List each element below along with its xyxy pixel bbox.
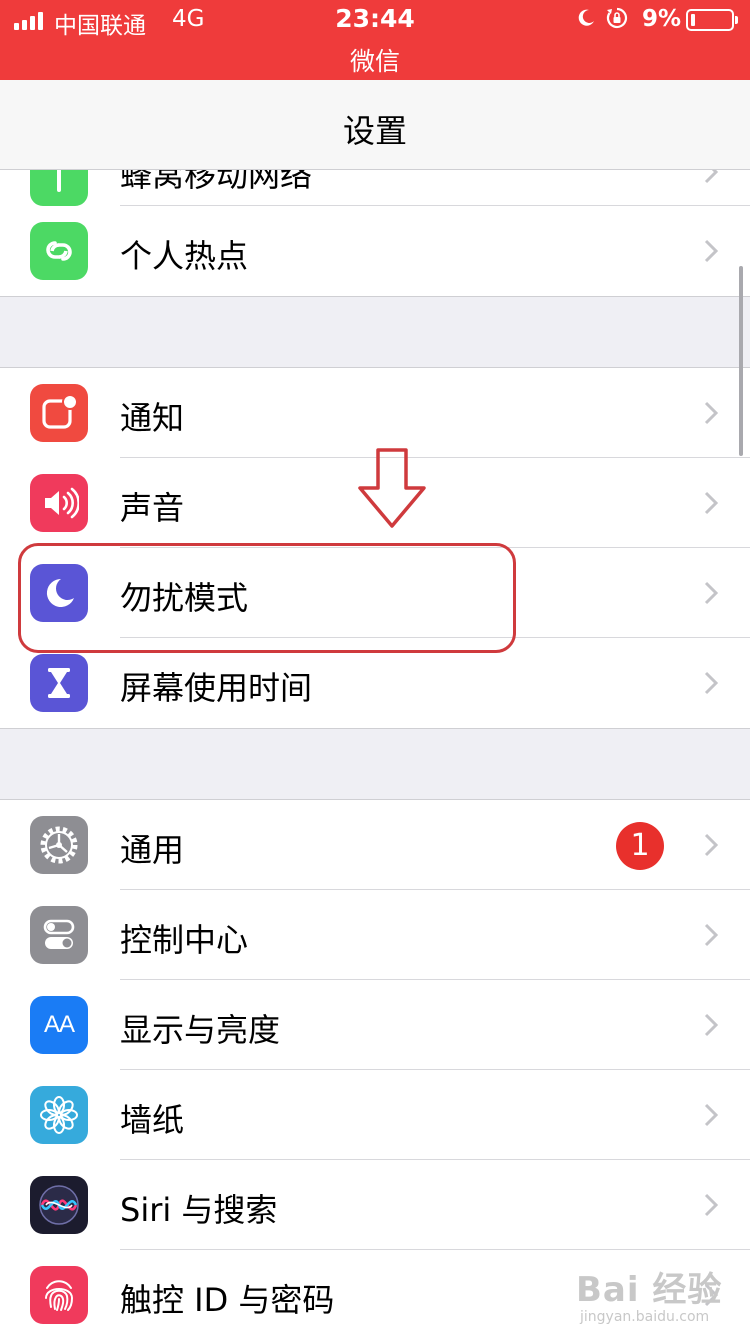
chevron-right-icon	[704, 170, 718, 184]
highlight-box	[18, 543, 516, 653]
chevron-right-icon	[704, 491, 718, 515]
group-spacer	[0, 297, 750, 367]
flower-icon	[30, 1086, 88, 1144]
return-to-app-link[interactable]: 微信	[0, 42, 750, 78]
settings-group-network: 蜂窝移动网络 个人热点	[0, 170, 750, 297]
scroll-indicator[interactable]	[739, 266, 743, 456]
settings-row-label: 通知	[120, 399, 185, 437]
hotspot-icon	[30, 222, 88, 280]
settings-row-label: 蜂窝移动网络	[120, 170, 313, 194]
toggles-icon	[30, 906, 88, 964]
fingerprint-icon	[30, 1266, 88, 1324]
settings-row-label: 控制中心	[120, 921, 249, 959]
settings-row-notifications[interactable]: 通知	[0, 368, 750, 458]
watermark-url: jingyan.baidu.com	[580, 1309, 710, 1325]
settings-row-label: 通用	[120, 831, 185, 869]
cellular-icon	[30, 170, 88, 206]
settings-row-wallpaper[interactable]: 墙纸	[0, 1070, 750, 1160]
speaker-icon	[30, 474, 88, 532]
chevron-right-icon	[704, 1013, 718, 1037]
settings-row-general[interactable]: 通用 1	[0, 800, 750, 890]
watermark: Bai 经验 jingyan.baidu.com	[576, 1262, 722, 1325]
chevron-right-icon	[704, 923, 718, 947]
settings-row-display[interactable]: AA 显示与亮度	[0, 980, 750, 1070]
text-size-icon-letters: AA	[43, 1011, 75, 1038]
chevron-right-icon	[704, 239, 718, 263]
settings-row-label: 声音	[120, 489, 185, 527]
settings-group-system: 通用 1 控制中心 AA 显示与亮度 墙纸 Siri 与搜索 触控 ID 与密码	[0, 799, 750, 1334]
status-time: 23:44	[335, 4, 415, 33]
gear-icon	[30, 816, 88, 874]
page-title: 设置	[342, 112, 407, 150]
rotation-lock-icon	[606, 7, 628, 29]
settings-row-label: 个人热点	[120, 237, 249, 275]
settings-row-label: 墙纸	[120, 1101, 185, 1139]
text-size-icon: AA	[30, 996, 88, 1054]
chevron-right-icon	[704, 671, 718, 695]
settings-row-label: Siri 与搜索	[120, 1191, 278, 1229]
group-spacer	[0, 729, 750, 799]
battery-icon	[686, 9, 738, 31]
update-badge: 1	[616, 822, 664, 870]
settings-row-control-center[interactable]: 控制中心	[0, 890, 750, 980]
siri-icon	[30, 1176, 88, 1234]
hourglass-icon	[30, 654, 88, 712]
chevron-right-icon	[704, 833, 718, 857]
settings-row-label: 屏幕使用时间	[120, 669, 313, 707]
settings-row-hotspot[interactable]: 个人热点	[0, 206, 750, 296]
watermark-logo: Bai 经验	[576, 1270, 723, 1310]
status-bar: 中国联通 4G 23:44 微信 9%	[0, 0, 750, 80]
settings-list: 蜂窝移动网络 个人热点 通知 声音 勿扰模式 屏幕使用时间 通用 1 控制中心 …	[0, 170, 750, 1334]
chevron-right-icon	[704, 1103, 718, 1127]
settings-row-label: 显示与亮度	[120, 1011, 281, 1049]
chevron-right-icon	[704, 1193, 718, 1217]
chevron-right-icon	[704, 401, 718, 425]
battery-percentage: 9%	[642, 6, 682, 32]
chevron-right-icon	[704, 581, 718, 605]
down-arrow-icon	[358, 448, 426, 528]
settings-row-label: 触控 ID 与密码	[120, 1281, 335, 1319]
moon-icon	[578, 9, 594, 26]
notifications-icon	[30, 384, 88, 442]
settings-row-siri[interactable]: Siri 与搜索	[0, 1160, 750, 1250]
settings-row-cellular[interactable]: 蜂窝移动网络	[0, 170, 750, 206]
navigation-bar: 设置	[0, 80, 750, 170]
